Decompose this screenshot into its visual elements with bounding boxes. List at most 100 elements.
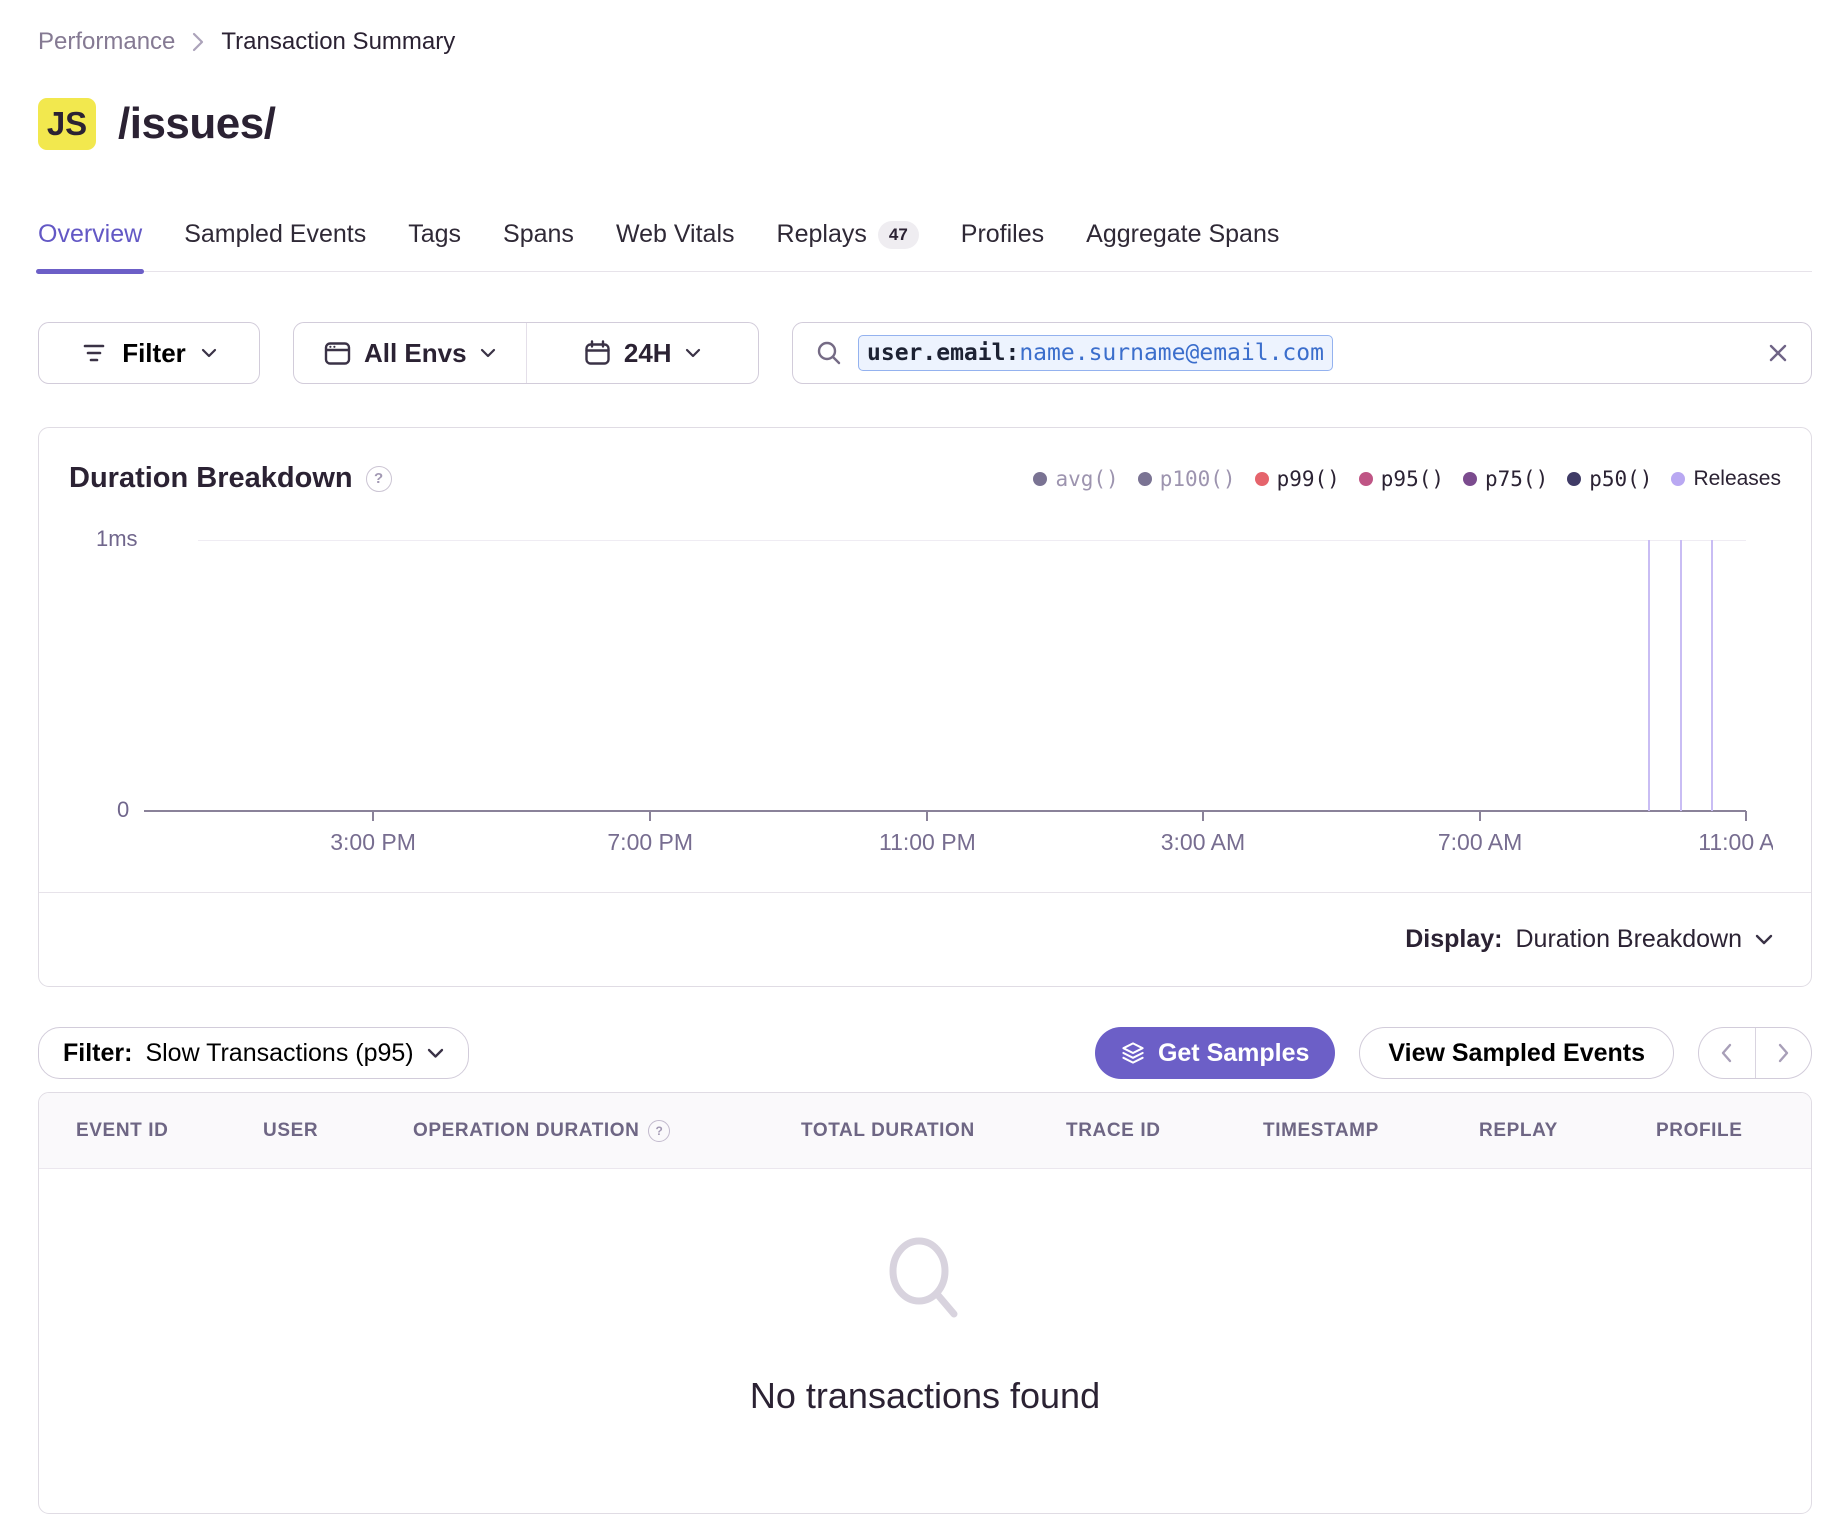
tabs: Overview Sampled Events Tags Spans Web Vital…	[38, 220, 1812, 272]
help-icon[interactable]	[648, 1120, 670, 1142]
calendar-icon	[584, 340, 611, 366]
column-header-user: USER	[263, 1120, 413, 1142]
tab-label: Web Vitals	[616, 220, 735, 249]
get-samples-button[interactable]: Get Samples	[1095, 1027, 1335, 1079]
tab-label: Profiles	[961, 220, 1044, 249]
table-header-row: EVENT ID USER OPERATION DURATION TOTAL DURA…	[39, 1093, 1811, 1169]
pagination	[1698, 1027, 1812, 1079]
view-sampled-events-label: View Sampled Events	[1388, 1039, 1645, 1068]
column-header-label: TRACE ID	[1066, 1120, 1161, 1142]
breadcrumb-transaction-summary: Transaction Summary	[221, 28, 455, 56]
x-axis-tick	[1745, 811, 1747, 821]
date-range-selector-label: 24H	[624, 338, 672, 369]
search-input[interactable]: user.email: name.surname@email.com	[792, 322, 1812, 384]
display-selector-value: Duration Breakdown	[1515, 925, 1742, 954]
column-header-label: OPERATION DURATION	[413, 1120, 639, 1142]
column-header-trace-id: TRACE ID	[1066, 1120, 1263, 1142]
display-label: Display:	[1405, 925, 1502, 954]
transaction-filter-dropdown[interactable]: Filter: Slow Transactions (p95)	[38, 1027, 469, 1079]
page-title: /issues/	[118, 99, 275, 149]
filter-button[interactable]: Filter	[38, 322, 260, 384]
x-axis-label: 11:00 AM	[1698, 829, 1773, 856]
tab-label: Aggregate Spans	[1086, 220, 1279, 249]
date-range-selector[interactable]: 24H	[526, 323, 759, 383]
get-samples-label: Get Samples	[1158, 1039, 1309, 1068]
x-axis-line	[144, 810, 1746, 812]
filter-lines-icon	[81, 342, 107, 364]
column-header-label: TIMESTAMP	[1263, 1120, 1379, 1142]
x-axis-label: 3:00 PM	[330, 829, 416, 856]
samples-actions: Get Samples View Sampled Events	[1095, 1027, 1812, 1079]
x-axis-tick	[1202, 811, 1204, 821]
column-header-label: PROFILE	[1656, 1120, 1743, 1142]
release-marker-line[interactable]	[1680, 540, 1682, 811]
x-axis-label: 11:00 PM	[879, 829, 976, 856]
y-axis-max-label: 1ms	[96, 526, 138, 552]
filter-bar: Filter All Envs 24H	[38, 322, 1812, 384]
top-gridline	[198, 540, 1746, 541]
environment-selector[interactable]: All Envs	[294, 323, 526, 383]
tab-label: Replays	[777, 220, 867, 249]
transaction-filter-label: Filter:	[63, 1039, 132, 1068]
release-marker-line[interactable]	[1648, 540, 1650, 811]
tab-web-vitals[interactable]: Web Vitals	[616, 220, 735, 271]
chevron-down-icon	[685, 348, 701, 358]
column-header-label: REPLAY	[1479, 1120, 1558, 1142]
x-axis-tick	[649, 811, 651, 821]
x-axis-tick	[372, 811, 374, 821]
page: Performance Transaction Summary JS /issu…	[0, 28, 1834, 1514]
column-header-replay: REPLAY	[1479, 1120, 1656, 1142]
release-marker-line[interactable]	[1711, 540, 1713, 811]
column-header-label: EVENT ID	[76, 1120, 168, 1142]
x-axis-label: 3:00 AM	[1161, 829, 1245, 856]
samples-bar: Filter: Slow Transactions (p95) Get Samp…	[38, 1027, 1812, 1079]
chart-plot-area[interactable]: 1ms 0 3:00 PM7:00 PM11:00 PM3:00 AM7:00 …	[144, 540, 1746, 811]
chevron-down-icon	[480, 348, 496, 358]
tab-label: Tags	[408, 220, 461, 249]
chevron-down-icon	[1755, 934, 1773, 945]
column-header-profile: PROFILE	[1656, 1120, 1811, 1142]
tab-overview[interactable]: Overview	[38, 220, 142, 271]
chevron-right-icon	[191, 31, 205, 53]
empty-state: No transactions found	[39, 1169, 1811, 1417]
tab-replays[interactable]: Replays47	[777, 220, 919, 271]
tab-sampled-events[interactable]: Sampled Events	[184, 220, 366, 271]
empty-state-message: No transactions found	[750, 1375, 1100, 1417]
search-filter-token[interactable]: user.email: name.surname@email.com	[858, 335, 1333, 371]
breadcrumb: Performance Transaction Summary	[38, 28, 1812, 56]
x-axis-tick	[926, 811, 928, 821]
y-axis-min-label: 0	[117, 797, 129, 823]
tab-profiles[interactable]: Profiles	[961, 220, 1044, 271]
search-token-key: user.email:	[867, 340, 1019, 366]
tab-spans[interactable]: Spans	[503, 220, 574, 271]
column-header-event-id: EVENT ID	[76, 1120, 263, 1142]
next-page-button[interactable]	[1755, 1028, 1812, 1078]
tab-tags[interactable]: Tags	[408, 220, 461, 271]
tab-label: Sampled Events	[184, 220, 366, 249]
search-icon	[815, 339, 843, 367]
column-header-operation-duration: OPERATION DURATION	[413, 1120, 801, 1142]
chart-footer: Display: Duration Breakdown	[39, 892, 1811, 986]
transactions-table: EVENT ID USER OPERATION DURATION TOTAL DURA…	[38, 1092, 1812, 1514]
column-header-label: USER	[263, 1120, 318, 1142]
breadcrumb-performance[interactable]: Performance	[38, 28, 175, 56]
previous-page-button[interactable]	[1699, 1028, 1755, 1078]
filter-button-label: Filter	[122, 338, 186, 369]
environment-selector-label: All Envs	[364, 338, 467, 369]
transaction-filter-value: Slow Transactions (p95)	[145, 1039, 413, 1068]
column-header-timestamp: TIMESTAMP	[1263, 1120, 1479, 1142]
column-header-total-duration: TOTAL DURATION	[801, 1120, 1066, 1142]
tab-aggregate-spans[interactable]: Aggregate Spans	[1086, 220, 1279, 271]
duration-breakdown-card: Duration Breakdown avg()p100()p99()p95()…	[38, 427, 1812, 987]
chart-plot-region: 1ms 0 3:00 PM7:00 PM11:00 PM3:00 AM7:00 …	[39, 428, 1773, 894]
x-axis-label: 7:00 PM	[607, 829, 693, 856]
title-row: JS /issues/	[38, 96, 1812, 152]
project-platform-badge: JS	[38, 98, 96, 150]
column-header-label: TOTAL DURATION	[801, 1120, 975, 1142]
env-date-button-group: All Envs 24H	[293, 322, 759, 384]
magnifier-empty-icon	[875, 1231, 975, 1333]
clear-search-icon[interactable]	[1767, 342, 1789, 364]
view-sampled-events-button[interactable]: View Sampled Events	[1359, 1027, 1674, 1079]
display-selector[interactable]: Duration Breakdown	[1515, 925, 1773, 954]
search-token-value: name.surname@email.com	[1019, 340, 1324, 366]
